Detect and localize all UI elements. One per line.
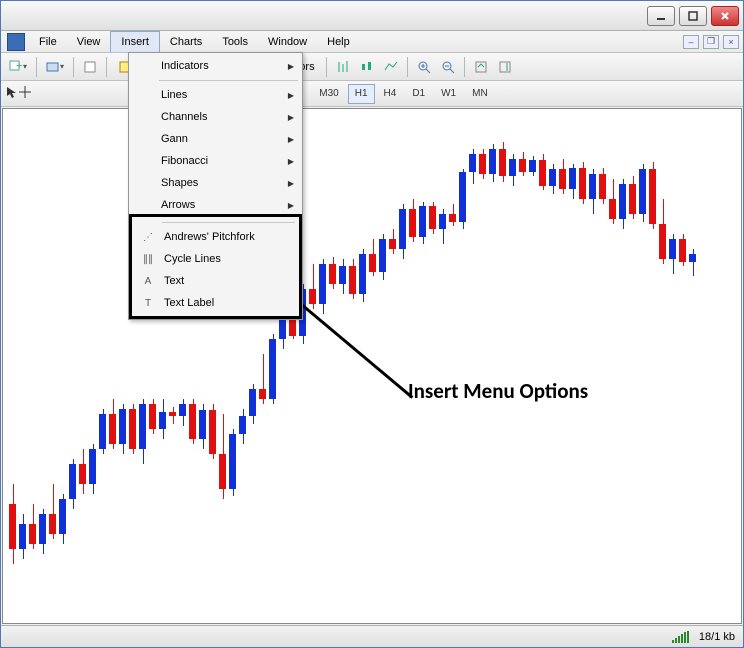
profiles-button[interactable]: ▾ [42, 56, 68, 78]
submenu-arrow-icon: ▶ [288, 62, 294, 71]
menu-charts[interactable]: Charts [160, 31, 212, 52]
submenu-arrow-icon: ▶ [288, 135, 294, 144]
mdi-minimize-button[interactable]: – [683, 35, 699, 49]
text-label-icon: T [140, 298, 156, 309]
titlebar [1, 1, 743, 31]
cursor-button[interactable] [5, 86, 17, 101]
candlestick-chart-button[interactable] [356, 56, 378, 78]
menu-item-text[interactable]: AText [134, 270, 297, 292]
timeframe-m30[interactable]: M30 [312, 84, 345, 104]
menu-view[interactable]: View [67, 31, 111, 52]
menu-item-fibonacci[interactable]: Fibonacci▶ [131, 150, 300, 172]
menu-item-cycle-lines[interactable]: ∥∥Cycle Lines [134, 248, 297, 270]
market-watch-button[interactable] [79, 56, 101, 78]
menu-item-arrows[interactable]: Arrows▶ [131, 194, 300, 216]
connection-status: 18/1 kb [699, 631, 735, 643]
menu-file[interactable]: File [29, 31, 67, 52]
submenu-arrow-icon: ▶ [288, 201, 294, 210]
text-icon: A [140, 276, 156, 287]
connection-bars-icon [672, 631, 689, 643]
submenu-arrow-icon: ▶ [288, 113, 294, 122]
timeframe-d1[interactable]: D1 [405, 84, 432, 104]
insert-dropdown-menu: Indicators▶ Lines▶ Channels▶ Gann▶ Fibon… [128, 52, 303, 320]
menu-item-gann[interactable]: Gann▶ [131, 128, 300, 150]
timeframe-h4[interactable]: H4 [377, 84, 404, 104]
zoom-in-button[interactable] [413, 56, 435, 78]
statusbar: 18/1 kb [1, 625, 743, 647]
menu-item-text-label[interactable]: TText Label [134, 292, 297, 314]
mdi-close-button[interactable]: × [723, 35, 739, 49]
new-chart-button[interactable]: +▾ [5, 56, 31, 78]
menu-help[interactable]: Help [317, 31, 360, 52]
minimize-button[interactable] [647, 6, 675, 26]
submenu-arrow-icon: ▶ [288, 179, 294, 188]
annotation-label: Insert Menu Options [408, 378, 588, 404]
app-window: File View Insert Charts Tools Window Hel… [0, 0, 744, 648]
mdi-restore-button[interactable]: ❐ [703, 35, 719, 49]
menu-item-indicators[interactable]: Indicators▶ [131, 55, 300, 77]
cycle-lines-icon: ∥∥ [140, 254, 156, 265]
menu-tools[interactable]: Tools [212, 31, 258, 52]
menu-item-channels[interactable]: Channels▶ [131, 106, 300, 128]
submenu-arrow-icon: ▶ [288, 157, 294, 166]
svg-text:+: + [16, 60, 22, 72]
close-button[interactable] [711, 6, 739, 26]
line-chart-button[interactable] [380, 56, 402, 78]
toolbar-drawing: M1 M5 M15 M30 H1 H4 D1 W1 MN [1, 81, 743, 107]
toolbar-main: +▾ ▾ w Order ! Expert Advisors [1, 53, 743, 81]
auto-scroll-button[interactable] [470, 56, 492, 78]
pitchfork-icon: ⋰ [140, 232, 156, 243]
menu-item-lines[interactable]: Lines▶ [131, 84, 300, 106]
menubar: File View Insert Charts Tools Window Hel… [1, 31, 743, 53]
menu-item-shapes[interactable]: Shapes▶ [131, 172, 300, 194]
crosshair-button[interactable] [19, 86, 31, 101]
zoom-out-button[interactable] [437, 56, 459, 78]
submenu-arrow-icon: ▶ [288, 91, 294, 100]
timeframe-mn[interactable]: MN [465, 84, 495, 104]
app-icon [7, 33, 25, 51]
timeframe-w1[interactable]: W1 [434, 84, 463, 104]
menu-item-andrews-pitchfork[interactable]: ⋰Andrews' Pitchfork [134, 226, 297, 248]
timeframe-h1[interactable]: H1 [348, 84, 375, 104]
chart-shift-button[interactable] [494, 56, 516, 78]
menu-window[interactable]: Window [258, 31, 317, 52]
maximize-button[interactable] [679, 6, 707, 26]
menu-insert[interactable]: Insert [110, 31, 160, 52]
bar-chart-button[interactable] [332, 56, 354, 78]
